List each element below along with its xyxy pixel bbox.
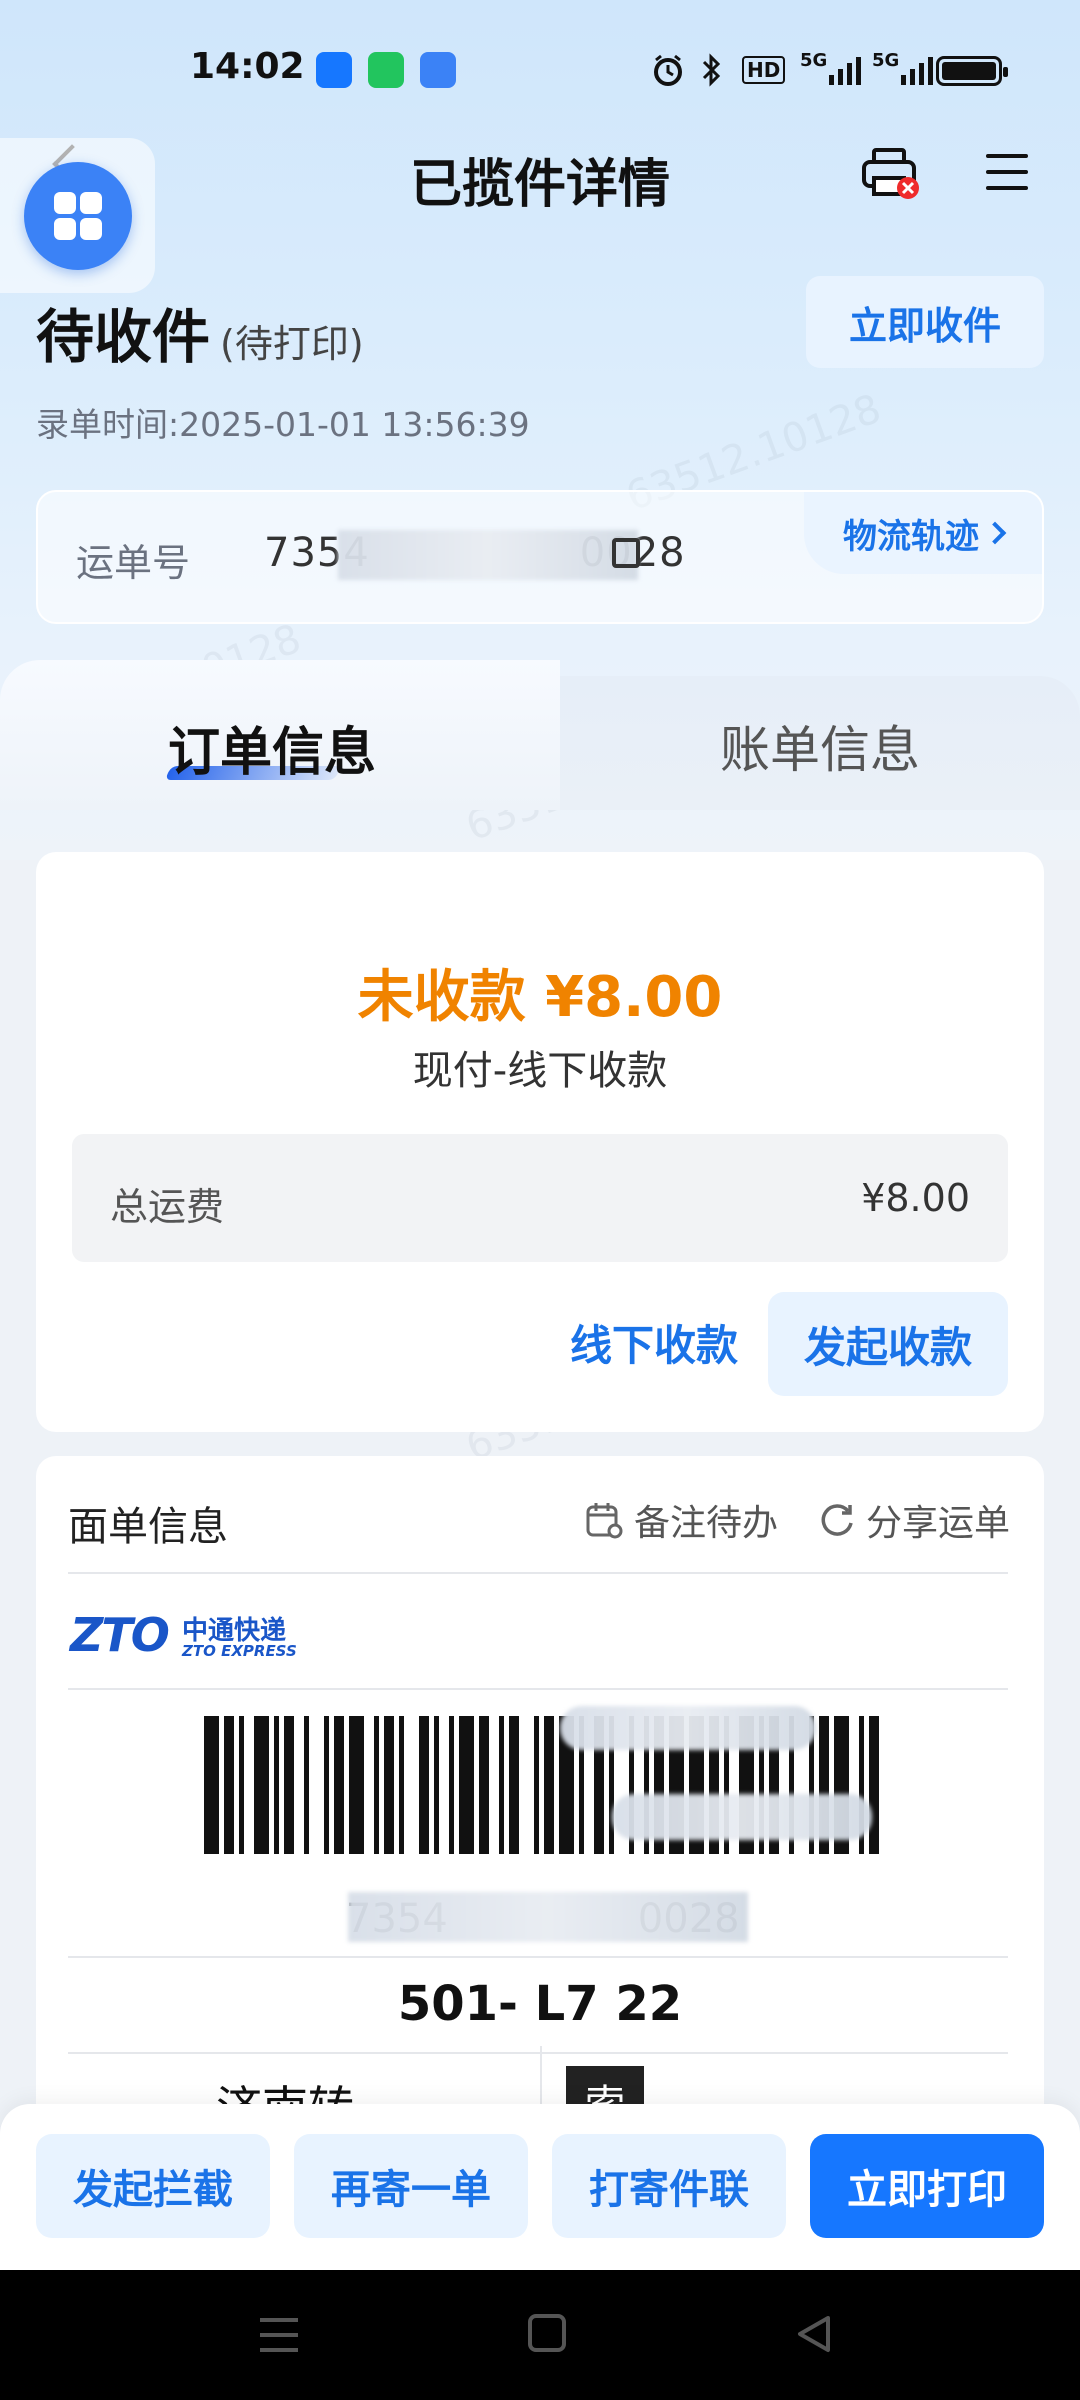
redacted-blur bbox=[612, 1794, 872, 1840]
barcode-bar bbox=[239, 1716, 244, 1854]
print-now-button[interactable]: 立即打印 bbox=[810, 2134, 1044, 2238]
intercept-button[interactable]: 发起拦截 bbox=[36, 2134, 270, 2238]
share-waybill-button[interactable]: 分享运单 bbox=[818, 1494, 1010, 1546]
record-time: 录单时间:2025-01-01 13:56:39 bbox=[36, 398, 530, 446]
collect-now-button[interactable]: 立即收件 bbox=[806, 276, 1044, 368]
barcode-bar bbox=[499, 1716, 504, 1854]
payment-card: 未收款 ¥8.00 现付-线下收款 总运费 ¥8.00 线下收款 发起收款 bbox=[36, 852, 1044, 1432]
start-collect-button[interactable]: 发起收款 bbox=[768, 1292, 1008, 1396]
menu-icon[interactable] bbox=[986, 154, 1028, 190]
bluetooth-icon bbox=[700, 50, 724, 90]
alarm-icon bbox=[650, 50, 686, 90]
barcode-bar bbox=[534, 1716, 539, 1854]
status-subtitle: (待打印) bbox=[220, 322, 364, 366]
home-icon[interactable] bbox=[528, 2314, 566, 2352]
redacted-blur bbox=[560, 1706, 816, 1750]
barcode-bar bbox=[349, 1716, 364, 1854]
battery-icon bbox=[936, 56, 1008, 86]
back-nav-icon[interactable] bbox=[796, 2314, 832, 2358]
barcode-bar bbox=[399, 1716, 404, 1854]
barcode-bar bbox=[274, 1716, 279, 1854]
waybill-card: 运单号 73540028 物流轨迹 bbox=[36, 490, 1044, 624]
offline-collect-button[interactable]: 线下收款 bbox=[570, 1312, 738, 1373]
record-time-label: 录单时间: bbox=[36, 405, 180, 444]
redacted-blur bbox=[338, 530, 638, 580]
barcode-bar bbox=[434, 1716, 439, 1854]
zto-logo-mark: ZTO bbox=[70, 1608, 170, 1662]
zto-logo: ZTO 中通快递 ZTO EXPRESS bbox=[70, 1606, 310, 1666]
note-todo-button[interactable]: 备注待办 bbox=[584, 1494, 778, 1546]
barcode-bar bbox=[204, 1716, 219, 1854]
barcode-bar bbox=[324, 1716, 329, 1854]
shield-notification-icon bbox=[420, 52, 456, 88]
barcode-bar bbox=[334, 1716, 344, 1854]
track-label: 物流轨迹 bbox=[843, 516, 979, 557]
redacted-blur bbox=[348, 1892, 748, 1942]
network-label-2: 5G bbox=[872, 50, 900, 71]
waybill-label: 运单号 bbox=[76, 541, 191, 585]
barcode-bar bbox=[224, 1716, 234, 1854]
divider bbox=[68, 1956, 1008, 1958]
hd-label: HD bbox=[742, 56, 786, 84]
barcode-bar bbox=[459, 1716, 474, 1854]
total-fee-value: ¥8.00 bbox=[861, 1176, 970, 1220]
zto-brand-en: ZTO EXPRESS bbox=[182, 1642, 297, 1660]
route-code: 501- L7 22 bbox=[397, 1976, 683, 2032]
barcode-bar bbox=[869, 1716, 879, 1854]
order-status: 待收件 (待打印) bbox=[36, 290, 364, 374]
barcode-bar bbox=[509, 1716, 519, 1854]
divider bbox=[68, 1688, 1008, 1690]
sheet-card: 面单信息 备注待办 分享运单 ZTO 中通快递 ZTO EXPRESS 7354… bbox=[36, 1456, 1044, 2156]
share-icon bbox=[821, 1504, 853, 1536]
signal-icon-1: 5G bbox=[800, 50, 863, 90]
unpaid-amount: 未收款 ¥8.00 bbox=[357, 965, 723, 1030]
network-label-1: 5G bbox=[800, 50, 828, 71]
tab-bill-info[interactable]: 账单信息 bbox=[720, 710, 920, 782]
send-again-button[interactable]: 再寄一单 bbox=[294, 2134, 528, 2238]
recent-apps-icon[interactable] bbox=[260, 2318, 298, 2352]
app-notification-icon bbox=[316, 52, 352, 88]
printer-icon[interactable] bbox=[862, 148, 920, 199]
total-fee-row: 总运费 ¥8.00 bbox=[72, 1134, 1008, 1262]
bottom-action-bar: 发起拦截 再寄一单 打寄件联 立即打印 bbox=[0, 2104, 1080, 2270]
barcode-bar bbox=[374, 1716, 379, 1854]
note-todo-label: 备注待办 bbox=[634, 1503, 779, 1544]
calendar-icon bbox=[586, 1503, 623, 1539]
barcode-bar bbox=[544, 1716, 554, 1854]
record-time-value: 2025-01-01 13:56:39 bbox=[179, 405, 530, 444]
signal-icon-2: 5G bbox=[872, 50, 935, 90]
message-notification-icon bbox=[368, 52, 404, 88]
hd-icon: HD bbox=[742, 50, 786, 90]
tab-bar: 订单信息 账单信息 bbox=[0, 660, 1080, 810]
print-sender-copy-button[interactable]: 打寄件联 bbox=[552, 2134, 786, 2238]
barcode-bar bbox=[304, 1716, 309, 1854]
barcode-bar bbox=[419, 1716, 429, 1854]
status-title: 待收件 bbox=[36, 303, 211, 371]
total-fee-label: 总运费 bbox=[110, 1185, 225, 1229]
barcode-bar bbox=[284, 1716, 294, 1854]
share-waybill-label: 分享运单 bbox=[866, 1503, 1011, 1544]
barcode-bar bbox=[384, 1716, 394, 1854]
tab-order-info[interactable]: 订单信息 bbox=[168, 710, 376, 785]
barcode-bar bbox=[479, 1716, 489, 1854]
sheet-title: 面单信息 bbox=[68, 1504, 228, 1550]
status-time: 14:02 bbox=[190, 46, 305, 87]
divider bbox=[68, 2052, 1008, 2054]
copy-icon[interactable] bbox=[612, 538, 640, 568]
logistics-track-button[interactable]: 物流轨迹 bbox=[804, 492, 1042, 574]
chevron-right-icon bbox=[983, 521, 1007, 545]
status-bar: 14:02 HD 5G 5G bbox=[0, 0, 1080, 140]
system-navigation-bar bbox=[0, 2270, 1080, 2400]
payment-method: 现付-线下收款 bbox=[412, 1048, 668, 1094]
barcode-bar bbox=[449, 1716, 454, 1854]
barcode-bar bbox=[254, 1716, 269, 1854]
divider bbox=[68, 1572, 1008, 1574]
